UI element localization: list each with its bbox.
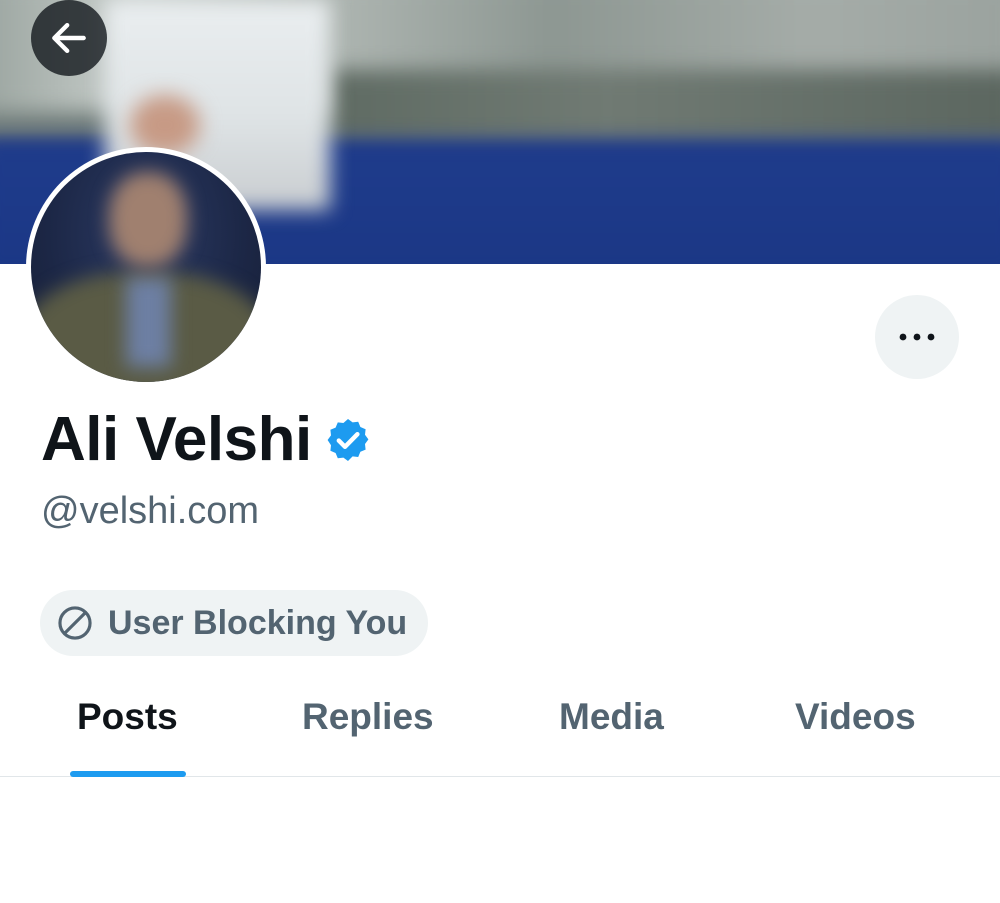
tab-replies[interactable]: Replies [302, 698, 434, 735]
avatar-image [31, 152, 261, 382]
active-tab-indicator [70, 771, 186, 777]
verified-badge-icon[interactable] [324, 416, 372, 464]
more-horizontal-icon [899, 333, 935, 341]
back-button[interactable] [31, 0, 107, 76]
avatar[interactable] [26, 147, 266, 387]
profile-name: Ali Velshi [41, 405, 312, 474]
tab-posts[interactable]: Posts [77, 698, 178, 735]
tab-videos[interactable]: Videos [795, 698, 916, 735]
more-options-button[interactable] [875, 295, 959, 379]
blocking-status-label: User Blocking You [108, 604, 408, 642]
blocking-status-badge: User Blocking You [40, 590, 428, 656]
tab-media[interactable]: Media [559, 698, 664, 735]
profile-name-row: Ali Velshi [41, 405, 372, 475]
profile-handle: @velshi.com [41, 490, 260, 532]
arrow-left-icon [52, 22, 86, 54]
profile-page: Ali Velshi @velshi.com User Blocking You… [0, 0, 1000, 903]
profile-tabs: Posts Replies Media Videos [0, 680, 1000, 777]
block-icon [58, 606, 92, 640]
